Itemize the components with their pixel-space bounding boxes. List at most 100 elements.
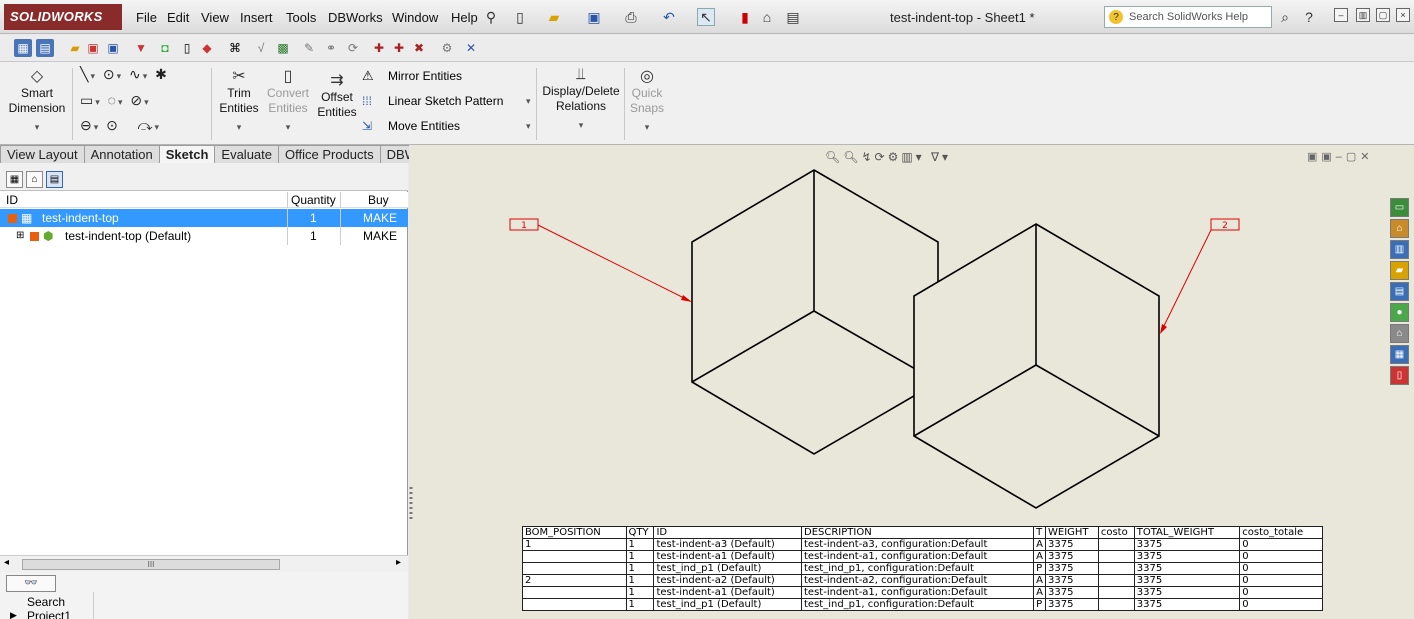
structure-icon[interactable]: ▦ xyxy=(6,171,23,188)
dbworks-icon[interactable]: ▦ xyxy=(1390,345,1409,364)
close-icon[interactable]: × xyxy=(1396,8,1410,22)
menu-help[interactable]: Help xyxy=(451,10,478,25)
menu-dbworks[interactable]: DBWorks xyxy=(328,10,383,25)
bom-row[interactable]: 1 test-indent-a1 (Default) test-indent-a1,… xyxy=(522,586,1323,599)
bom-row[interactable]: 1 1 test-indent-a3 (Default) test-indent-a3… xyxy=(522,538,1323,551)
menu-insert[interactable]: Insert xyxy=(240,10,273,25)
file-properties-icon[interactable]: ⌂ xyxy=(758,8,776,26)
bom-row[interactable]: 1 test_ind_p1 (Default) test_ind_p1, confi… xyxy=(522,562,1323,575)
refresh-db-icon[interactable]: ◘ xyxy=(156,39,174,57)
tree-expand-icon[interactable]: ▶ xyxy=(10,610,17,619)
expand-plus-icon[interactable]: ⊞ xyxy=(16,227,24,245)
bom-row[interactable]: 1 test_ind_p1 (Default) test_ind_p1, confi… xyxy=(522,598,1323,611)
search-icon[interactable]: ⌕ xyxy=(1276,8,1294,26)
tools-icon[interactable]: ✕ xyxy=(462,39,480,57)
move-entities-button[interactable]: ⇲ Move Entities ▾ xyxy=(362,119,531,133)
convert-entities-button[interactable]: ▯ Convert Entities ▾ xyxy=(264,66,312,133)
menu-window[interactable]: Window xyxy=(392,10,438,25)
chevron-down-icon[interactable]: ▾ xyxy=(216,122,262,133)
scrollbar-thumb[interactable]: III xyxy=(22,559,280,570)
menu-tools[interactable]: Tools xyxy=(286,10,316,25)
chevron-down-icon[interactable]: ▾ xyxy=(6,122,68,133)
tab-annotation[interactable]: Annotation xyxy=(83,145,160,163)
smart-dimension-button[interactable]: ◇ Smart Dimension ▾ xyxy=(6,66,68,133)
appearances-icon[interactable]: ● xyxy=(1390,303,1409,322)
binoculars-icon[interactable]: 👓 xyxy=(6,575,56,592)
bom-table[interactable]: BOM_POSITION QTY ID DESCRIPTION T WEIGHT costo… xyxy=(522,526,1323,611)
tab-office-products[interactable]: Office Products xyxy=(278,145,381,163)
new-document-icon[interactable]: ▯ xyxy=(511,8,529,26)
bom-row[interactable]: 1 test-indent-a1 (Default) test-indent-a1,… xyxy=(522,550,1323,563)
column-buy[interactable]: Buy xyxy=(368,193,389,207)
menu-view[interactable]: View xyxy=(201,10,229,25)
chevron-down-icon[interactable]: ▾ xyxy=(526,96,531,107)
mirror-entities-button[interactable]: ⚠ Mirror Entities xyxy=(362,68,462,84)
floppy-icon[interactable]: ▣ xyxy=(104,39,122,57)
chart-icon[interactable]: ▩ xyxy=(274,39,292,57)
open-folder-icon[interactable]: ▰ xyxy=(545,8,563,26)
project-item[interactable]: Project1 xyxy=(27,609,71,619)
sketch-line-tools[interactable]: ╲▾ ⊙▾ ∿▾ ✱ xyxy=(80,66,169,83)
bom-row[interactable]: 2 1 test-indent-a2 (Default) test-indent-a2… xyxy=(522,574,1323,587)
column-quantity[interactable]: Quantity xyxy=(291,193,336,207)
solidworks-logo[interactable]: SOLIDWORKS xyxy=(4,4,122,30)
display-delete-relations-button[interactable]: ⫫ Display/Delete Relations ▾ xyxy=(540,66,622,131)
bom-icon[interactable]: ✚ xyxy=(390,39,408,57)
settings-icon[interactable]: ⚙ xyxy=(438,39,456,57)
custom-properties-icon[interactable]: ⌂ xyxy=(1390,324,1409,343)
view-palette-icon[interactable]: ▤ xyxy=(1390,282,1409,301)
trim-entities-button[interactable]: ✂ Trim Entities ▾ xyxy=(216,66,262,133)
diamond-icon[interactable]: ◆ xyxy=(198,39,216,57)
save-icon[interactable]: ▣ xyxy=(585,8,603,26)
doc-icon[interactable]: ▯ xyxy=(178,39,196,57)
solidworks-resources-icon[interactable]: ▭ xyxy=(1390,198,1409,217)
chevron-down-icon[interactable]: ▾ xyxy=(628,122,666,133)
tree-row[interactable]: ⊞ ⬢ test-indent-top (Default) 1 MAKE xyxy=(0,227,408,245)
bom-header-row[interactable]: BOM_POSITION QTY ID DESCRIPTION T WEIGHT costo… xyxy=(522,526,1323,539)
save-red-icon[interactable]: ▣ xyxy=(84,39,102,57)
question-icon[interactable]: ? xyxy=(1300,8,1318,26)
chevron-down-icon[interactable]: ▾ xyxy=(264,122,312,133)
undo-icon[interactable]: ↶ xyxy=(660,8,678,26)
minimize-icon[interactable]: – xyxy=(1334,8,1348,22)
tab-view-layout[interactable]: View Layout xyxy=(0,145,85,163)
scroll-left-icon[interactable]: ◂ xyxy=(4,557,9,568)
bom-add-icon[interactable]: ✚ xyxy=(370,39,388,57)
tile-icon[interactable]: ▥ xyxy=(1356,8,1370,22)
rebuild-icon[interactable]: ▮ xyxy=(736,8,754,26)
filter-icon[interactable]: ▼ xyxy=(132,39,150,57)
offset-entities-button[interactable]: ⇉ Offset Entities xyxy=(316,70,358,120)
tree-row[interactable]: ▦ test-indent-top 1 MAKE xyxy=(0,209,408,227)
quick-snaps-button[interactable]: ◎ Quick Snaps ▾ xyxy=(628,66,666,133)
tab-sketch[interactable]: Sketch xyxy=(158,145,216,163)
sync-icon[interactable]: ⟳ xyxy=(344,39,362,57)
menu-file[interactable]: File xyxy=(136,10,157,25)
column-id[interactable]: ID xyxy=(6,193,18,207)
bom-remove-icon[interactable]: ✖ xyxy=(410,39,428,57)
pin-icon[interactable]: ⚲ xyxy=(482,8,500,26)
formula-icon[interactable]: √ xyxy=(252,39,270,57)
link-icon[interactable]: ✎ xyxy=(300,39,318,57)
sketch-shape-tools[interactable]: ▭▾ ◌▾ ⊘▾ xyxy=(80,92,151,109)
properties-icon[interactable]: ⌂ xyxy=(26,171,43,188)
help-search-input[interactable]: ? Search SolidWorks Help xyxy=(1104,6,1272,28)
select-pointer-icon[interactable]: ↖ xyxy=(697,8,715,26)
scroll-right-icon[interactable]: ▸ xyxy=(396,557,401,568)
design-library-icon[interactable]: ▥ xyxy=(1390,240,1409,259)
linear-sketch-pattern-button[interactable]: ⁞⁞⁞ Linear Sketch Pattern ▾ xyxy=(362,94,531,108)
tab-evaluate[interactable]: Evaluate xyxy=(214,145,279,163)
open-icon[interactable]: ▰ xyxy=(66,39,84,57)
table-icon[interactable]: ▦ xyxy=(14,39,32,57)
unlink-icon[interactable]: ⚭ xyxy=(322,39,340,57)
sketch-slot-tools[interactable]: ⊖▾ ⊙ ⤼▾ xyxy=(80,117,161,134)
print-icon[interactable]: ⎙ xyxy=(622,8,640,26)
chevron-down-icon[interactable]: ▾ xyxy=(526,121,531,132)
plugin-icon[interactable]: ▯ xyxy=(1390,366,1409,385)
options-icon[interactable]: ▤ xyxy=(784,8,802,26)
chevron-down-icon[interactable]: ▾ xyxy=(540,120,622,131)
restore-icon[interactable]: ▢ xyxy=(1376,8,1390,22)
file-explorer-icon[interactable]: ▰ xyxy=(1390,261,1409,280)
graph-icon[interactable]: ⌘ xyxy=(226,39,244,57)
horizontal-scrollbar[interactable]: ◂ III ▸ xyxy=(0,555,408,572)
bom-view-icon[interactable]: ▤ xyxy=(46,171,63,188)
